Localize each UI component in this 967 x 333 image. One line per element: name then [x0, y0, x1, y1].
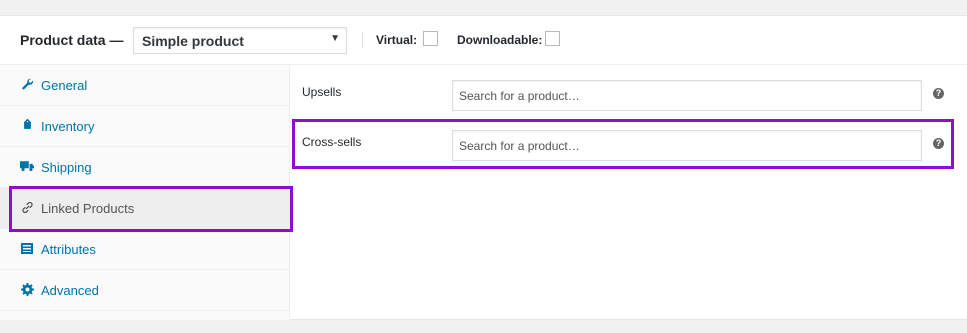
product-data-title: Product data — [20, 32, 124, 48]
tab-general-label: General [41, 78, 88, 93]
gear-icon [20, 282, 34, 296]
list-icon [20, 241, 34, 255]
virtual-checkbox[interactable] [423, 31, 438, 46]
product-data-header: Product data — Simple product ▼ Virtual:… [0, 16, 967, 65]
tab-inventory-label: Inventory [41, 119, 95, 134]
linked-products-highlight [9, 186, 293, 232]
upsells-label: Upsells [302, 85, 342, 99]
wrench-icon [20, 77, 34, 91]
crosssells-highlight [292, 119, 954, 169]
truck-icon [20, 159, 34, 173]
tab-shipping[interactable]: Shipping [0, 147, 289, 188]
tab-inventory[interactable]: Inventory [0, 106, 289, 147]
product-type-value: Simple product [142, 33, 244, 49]
downloadable-label: Downloadable: [457, 33, 543, 47]
tab-advanced[interactable]: Advanced [0, 270, 289, 311]
tab-attributes-label: Attributes [41, 242, 96, 257]
product-type-select[interactable]: Simple product ▼ [133, 27, 347, 54]
tab-general[interactable]: General [0, 65, 289, 106]
chevron-down-icon: ▼ [330, 33, 340, 44]
virtual-label: Virtual: [376, 33, 418, 47]
tab-attributes[interactable]: Attributes [0, 229, 289, 270]
tag-icon [20, 118, 34, 132]
downloadable-checkbox[interactable] [545, 31, 560, 46]
header-divider [362, 32, 363, 48]
tab-shipping-label: Shipping [41, 160, 92, 175]
upsells-search-input[interactable] [452, 80, 922, 111]
tab-advanced-label: Advanced [41, 283, 99, 298]
upsells-help-icon[interactable]: ? [933, 88, 944, 99]
